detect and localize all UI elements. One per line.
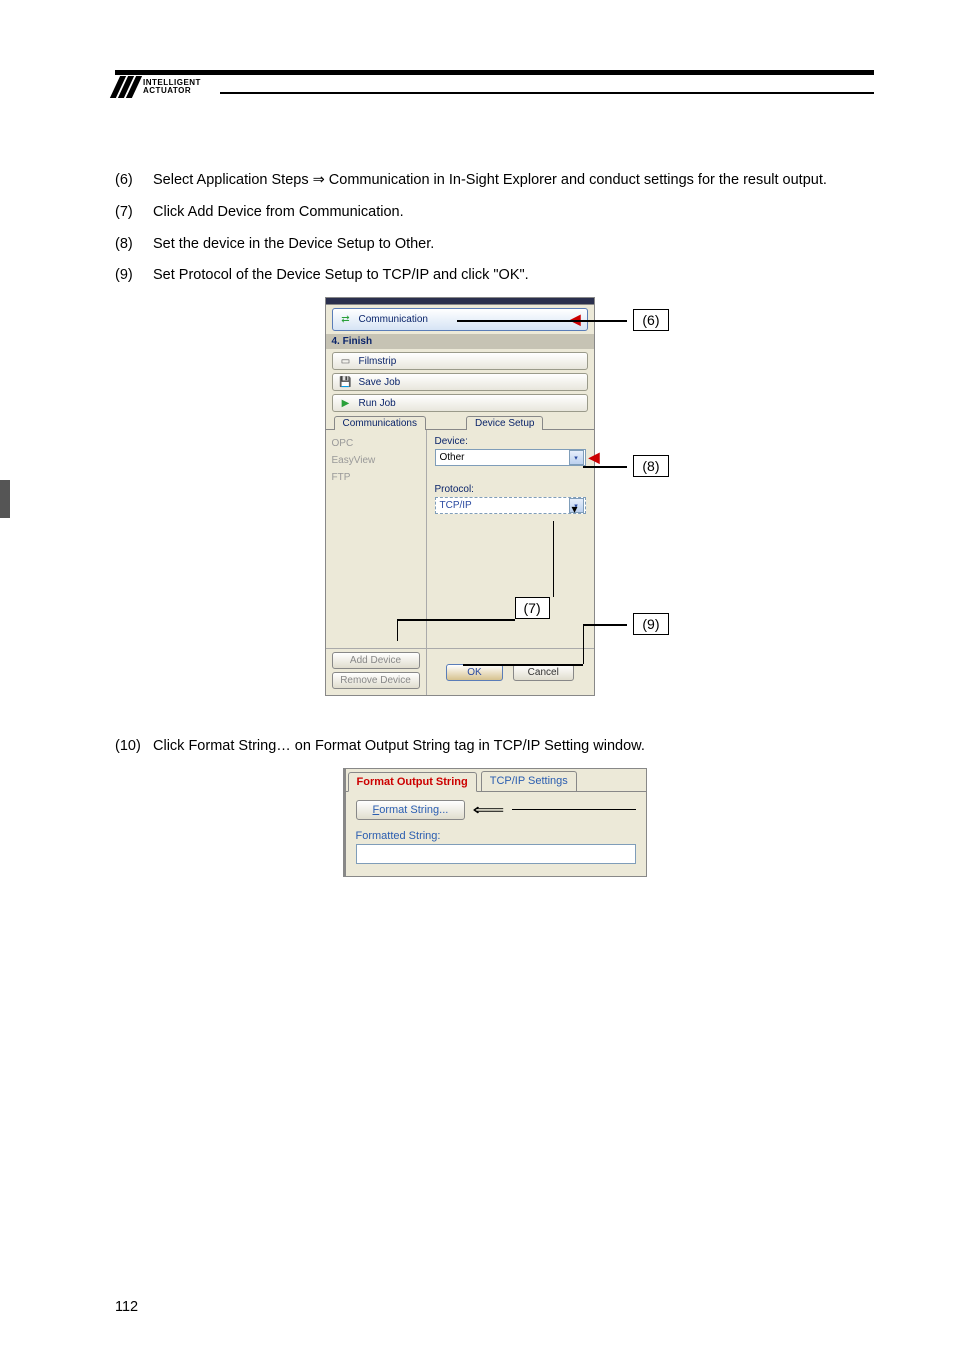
tab-tcpip-settings[interactable]: TCP/IP Settings xyxy=(481,771,577,791)
play-icon: ▶ xyxy=(339,397,353,409)
communication-label: Communication xyxy=(359,314,428,325)
tab-format-output-string[interactable]: Format Output String xyxy=(348,772,477,792)
comm-opc[interactable]: OPC xyxy=(332,438,420,449)
ok-button[interactable]: OK xyxy=(446,664,502,681)
page-number: 112 xyxy=(115,1299,138,1315)
callout-line xyxy=(583,466,627,468)
callout-6: (6) xyxy=(633,309,668,331)
save-icon: 💾 xyxy=(339,376,353,388)
formatted-string-field[interactable] xyxy=(356,844,636,864)
comm-easyview[interactable]: EasyView xyxy=(332,455,420,466)
instruction-10: (10) Click Format String… on Format Outp… xyxy=(115,736,874,758)
protocol-select[interactable]: TCP/IP ▾ xyxy=(435,497,586,514)
tab-communications[interactable]: Communications xyxy=(334,416,426,430)
callout-9: (9) xyxy=(633,613,668,635)
device-select[interactable]: Other ▾ ◀ xyxy=(435,449,586,466)
savejob-step[interactable]: 💾 Save Job xyxy=(332,373,588,391)
instruction-8: (8) Set the device in the Device Setup t… xyxy=(115,234,874,256)
add-device-button[interactable]: Add Device xyxy=(332,652,420,669)
page-header: INTELLIGENTACTUATOR xyxy=(115,70,874,110)
dialog-screenshot: ⇄ Communication ◀ 4. Finish ▭ Filmstrip … xyxy=(325,297,665,696)
callout-8: (8) xyxy=(633,455,668,477)
remove-device-button[interactable]: Remove Device xyxy=(332,672,420,689)
tab-device-setup[interactable]: Device Setup xyxy=(466,416,543,430)
arrow-icon: ▾ xyxy=(572,502,578,516)
callout-line xyxy=(463,664,583,666)
callout-line xyxy=(457,320,627,322)
arrow-icon: ⟸ xyxy=(473,800,505,820)
logo-text: INTELLIGENTACTUATOR xyxy=(143,79,201,95)
comm-ftp[interactable]: FTP xyxy=(332,472,420,483)
device-label: Device: xyxy=(435,436,586,447)
callout-line xyxy=(512,809,635,810)
format-string-button[interactable]: Format String... xyxy=(356,800,466,820)
communication-icon: ⇄ xyxy=(339,314,353,326)
cancel-button[interactable]: Cancel xyxy=(513,664,574,681)
callout-line xyxy=(397,619,399,641)
format-string-dialog: Format Output String TCP/IP Settings For… xyxy=(343,768,647,877)
protocol-label: Protocol: xyxy=(435,484,586,495)
filmstrip-step[interactable]: ▭ Filmstrip xyxy=(332,352,588,370)
callout-line xyxy=(583,624,627,626)
instruction-6: (6) Select Application Steps ⇒ Communica… xyxy=(115,170,874,192)
instruction-7: (7) Click Add Device from Communication. xyxy=(115,202,874,224)
callout-line xyxy=(553,521,555,597)
arrow-icon: ◀ xyxy=(589,449,600,466)
instruction-9: (9) Set Protocol of the Device Setup to … xyxy=(115,265,874,287)
filmstrip-icon: ▭ xyxy=(339,355,353,367)
callout-7: (7) xyxy=(515,597,550,619)
callout-line xyxy=(583,624,585,664)
rule-thin xyxy=(220,92,874,94)
rule-thick xyxy=(115,70,874,75)
callout-line xyxy=(397,619,515,621)
instructions: (6) Select Application Steps ⇒ Communica… xyxy=(115,170,874,287)
runjob-step[interactable]: ▶ Run Job xyxy=(332,394,588,412)
formatted-string-label: Formatted String: xyxy=(356,830,636,842)
chevron-down-icon[interactable]: ▾ xyxy=(569,450,584,465)
logo-icon xyxy=(115,76,137,98)
section-4-finish: 4. Finish xyxy=(326,334,594,349)
